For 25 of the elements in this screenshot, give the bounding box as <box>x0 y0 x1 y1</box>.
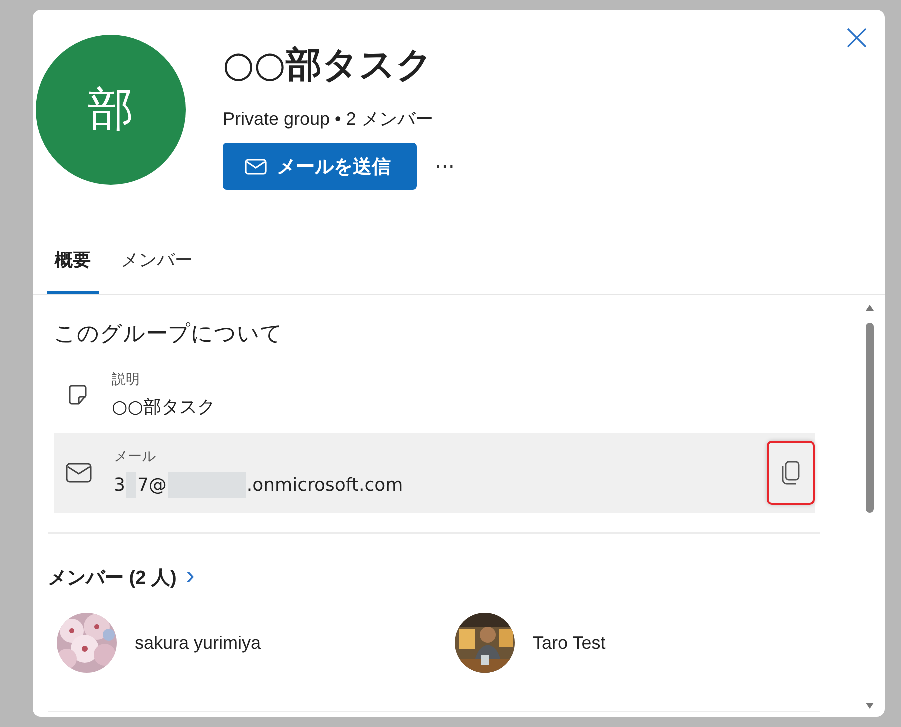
copy-button[interactable] <box>767 441 815 505</box>
group-subtitle: Private group • 2 メンバー <box>223 108 434 131</box>
field-label: 説明 <box>112 371 141 389</box>
more-button[interactable]: ⋯ <box>431 150 459 183</box>
members-link[interactable]: メンバー (2 人) › <box>48 560 195 591</box>
scroll-down-icon[interactable] <box>866 703 874 709</box>
close-icon <box>847 28 867 48</box>
mail-icon <box>245 158 267 174</box>
tab[interactable]: メンバー <box>113 228 201 294</box>
field-value: ○○部タスク <box>112 396 216 419</box>
tab[interactable]: 概要 <box>47 228 99 294</box>
mail-icon <box>66 463 92 483</box>
group-name: ○○部タスク <box>223 44 434 88</box>
field-value: 7@ <box>137 474 167 496</box>
scroll-up-icon[interactable] <box>866 305 874 311</box>
send-mail-button[interactable]: メールを送信 <box>223 143 417 190</box>
section-title: このグループについて <box>54 320 284 348</box>
field-label: メール <box>114 448 157 466</box>
field-value: 3 <box>114 474 126 496</box>
copy-icon <box>781 461 801 485</box>
member-name[interactable]: Taro Test <box>533 632 606 654</box>
field-value: .onmicrosoft.com <box>246 474 404 496</box>
member-name[interactable]: sakura yurimiya <box>135 632 262 654</box>
group-avatar: 部 <box>36 35 186 185</box>
close-button[interactable] <box>845 26 869 50</box>
